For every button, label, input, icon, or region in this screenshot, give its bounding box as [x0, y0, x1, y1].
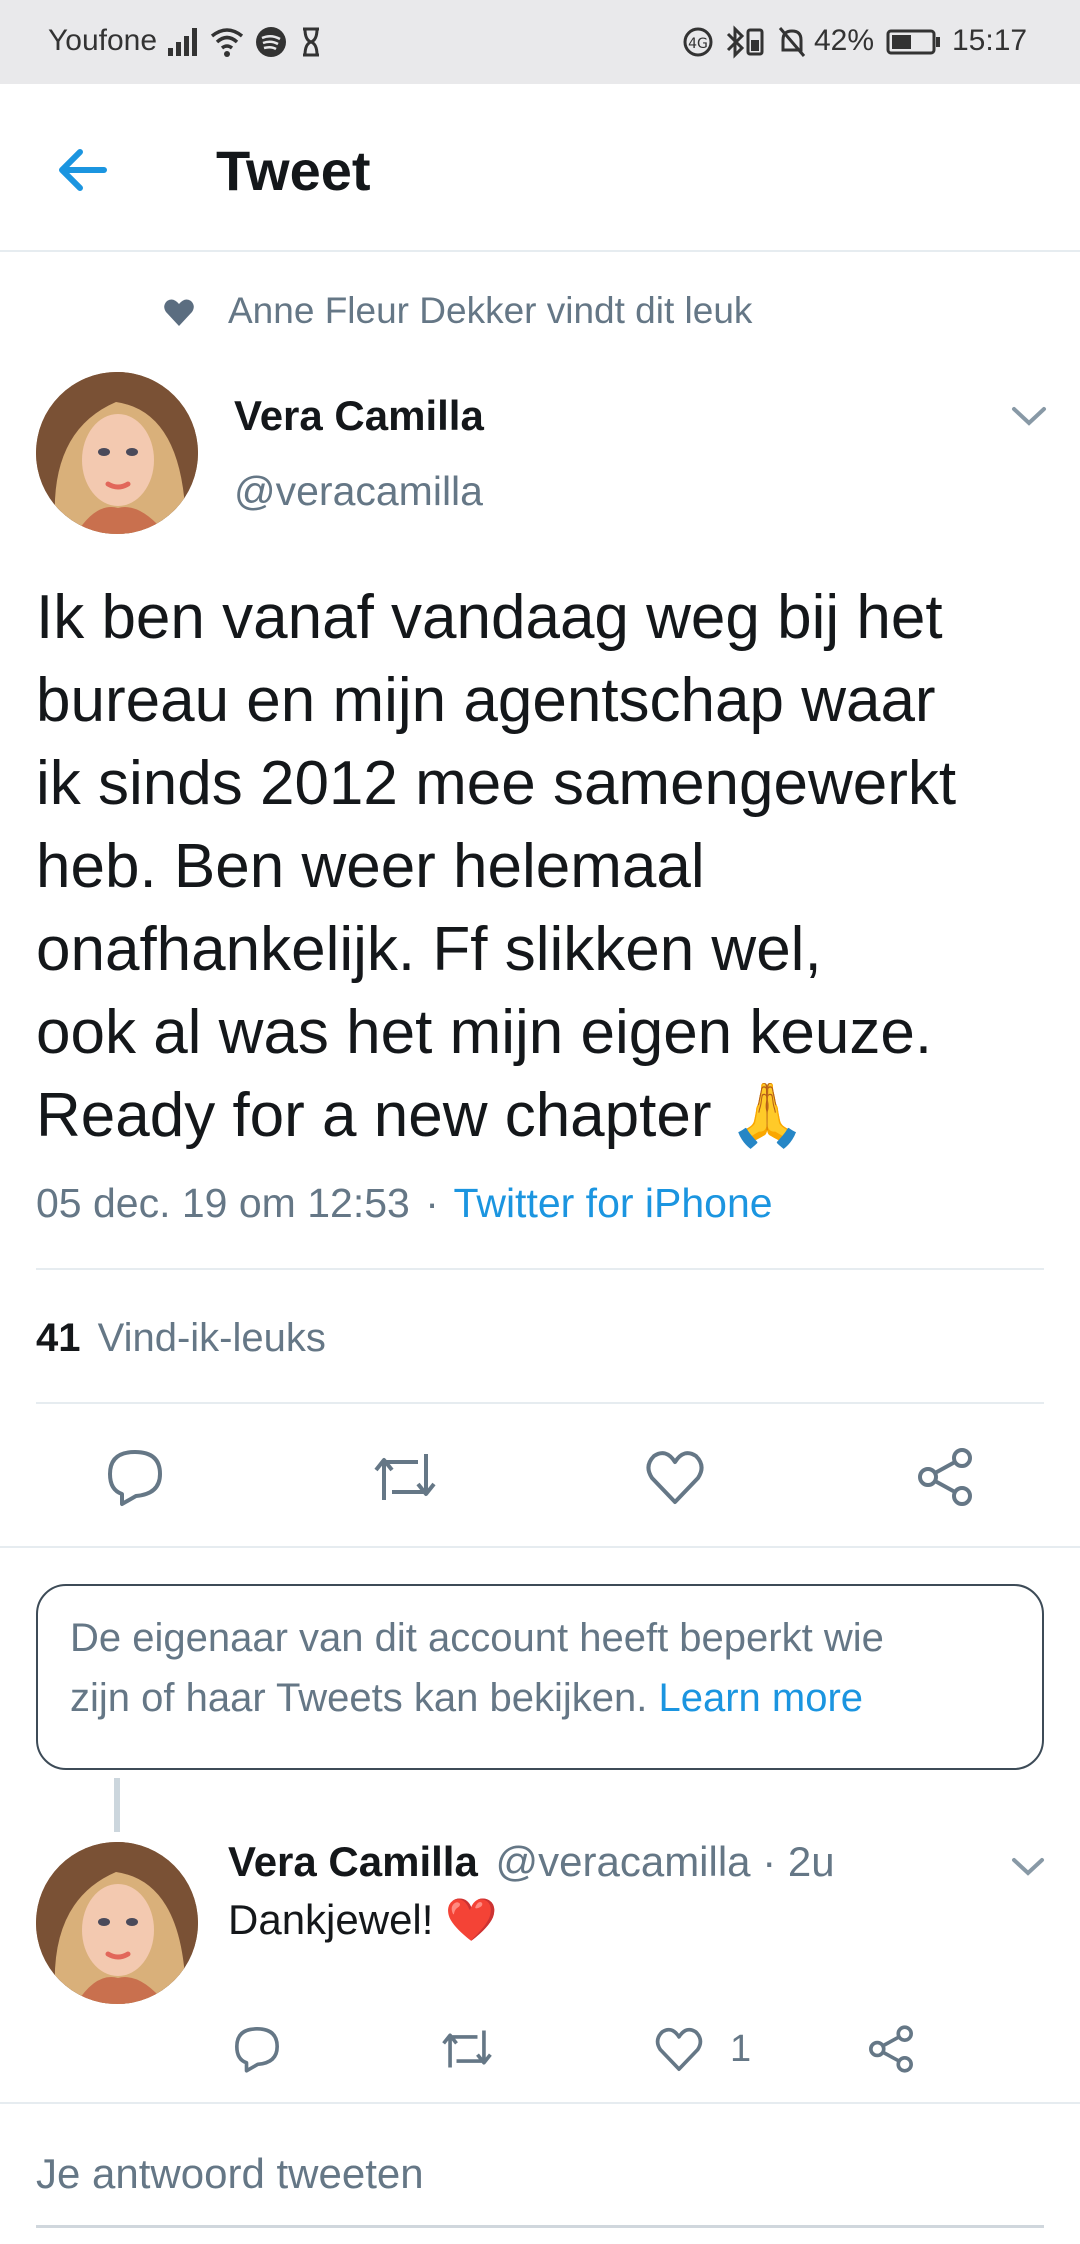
avatar[interactable]	[36, 372, 198, 534]
avatar-portrait	[36, 1842, 198, 2004]
chevron-down-icon[interactable]	[1010, 404, 1048, 428]
wifi-icon	[210, 28, 244, 57]
reply-like-count: 1	[730, 2028, 752, 2070]
section-divider	[0, 1546, 1080, 1548]
learn-more-link[interactable]: Learn more	[659, 1676, 864, 1720]
restricted-notice: De eigenaar van dit account heeft beperk…	[36, 1584, 1044, 1770]
like-heart-icon[interactable]	[654, 2024, 704, 2074]
hourglass-icon	[303, 27, 319, 57]
tweet-meta: 05 dec. 19 om 12:53 · Twitter for iPhone	[36, 1180, 773, 1227]
tweet-text-line: Ik ben vanaf vandaag weg bij het	[36, 583, 943, 652]
notice-line-1: De eigenaar van dit account heeft beperk…	[70, 1616, 884, 1660]
clock: 15:17	[952, 24, 1028, 57]
share-icon[interactable]	[866, 2024, 916, 2074]
notice-line-2-wrap: zijn of haar Tweets kan bekijken. Learn …	[70, 1676, 863, 1721]
heart-filled-icon	[164, 299, 194, 326]
bluetooth-battery-icon	[726, 25, 764, 59]
top-app-bar: Tweet	[0, 84, 1080, 252]
author-handle[interactable]: @veracamilla	[234, 468, 483, 515]
social-context: Anne Fleur Dekker vindt dit leuk	[228, 290, 753, 331]
likes-label: Vind-ik-leuks	[97, 1316, 326, 1360]
author-name[interactable]: Vera Camilla	[234, 392, 484, 440]
reply-meta: @veracamilla · 2u	[495, 1838, 835, 1885]
likes-summary[interactable]: 41 Vind-ik-leuks	[36, 1316, 326, 1361]
tweet-text-line: Ready for a new chapter 🙏	[36, 1081, 806, 1150]
retweet-icon[interactable]	[370, 1446, 440, 1508]
tweet-text-line: ik sinds 2012 mee samengewerkt	[36, 749, 957, 818]
reply-header: Vera Camilla @veracamilla · 2u	[228, 1838, 835, 1886]
meta-separator: ·	[425, 1180, 439, 1226]
retweet-icon[interactable]	[438, 2024, 496, 2074]
reply-author-name[interactable]: Vera Camilla	[228, 1838, 478, 1885]
divider	[36, 1268, 1044, 1270]
tweet-text-line: onafhankelijk. Ff slikken wel,	[36, 915, 822, 984]
tweet-timestamp: 05 dec. 19 om 12:53	[36, 1180, 410, 1226]
tweet-text: Ik ben vanaf vandaag weg bij het bureau …	[36, 576, 1056, 1157]
data-saver-icon: 4G	[683, 27, 713, 57]
page-title: Tweet	[216, 139, 371, 202]
tweet-text-line: heb. Ben weer helemaal	[36, 832, 705, 901]
reply-avatar[interactable]	[36, 1842, 198, 2004]
battery-icon	[886, 29, 940, 55]
tweet-text-line: bureau en mijn agentschap waar	[36, 666, 936, 735]
notice-line-2: zijn of haar Tweets kan bekijken.	[70, 1676, 648, 1720]
likes-count: 41	[36, 1316, 81, 1360]
chevron-down-icon[interactable]	[1010, 1856, 1046, 1878]
back-arrow-icon[interactable]	[54, 142, 110, 198]
tweet-text-line: ook al was het mijn eigen keuze.	[36, 998, 933, 1067]
like-heart-icon[interactable]	[644, 1446, 706, 1508]
tweet-source-link[interactable]: Twitter for iPhone	[454, 1180, 773, 1226]
compose-placeholder: Je antwoord tweeten	[36, 2150, 424, 2197]
battery-percent: 42%	[814, 24, 875, 57]
signal-icon	[168, 28, 197, 56]
svg-text:4G: 4G	[688, 36, 708, 52]
avatar-portrait	[36, 372, 198, 534]
reply-text: Dankjewel! ❤️	[228, 1896, 498, 1943]
reply-compose-field[interactable]: Je antwoord tweeten	[36, 2104, 1044, 2228]
share-icon[interactable]	[914, 1446, 976, 1508]
carrier-label: Youfone	[48, 24, 158, 57]
status-bar: Youfone 4G 42% 15:17	[0, 0, 1080, 84]
spotify-icon	[256, 27, 286, 57]
divider	[36, 1402, 1044, 1404]
reply-icon[interactable]	[104, 1446, 166, 1508]
bell-muted-icon	[778, 27, 806, 57]
reply-icon[interactable]	[232, 2024, 282, 2074]
thread-line	[114, 1778, 120, 1832]
